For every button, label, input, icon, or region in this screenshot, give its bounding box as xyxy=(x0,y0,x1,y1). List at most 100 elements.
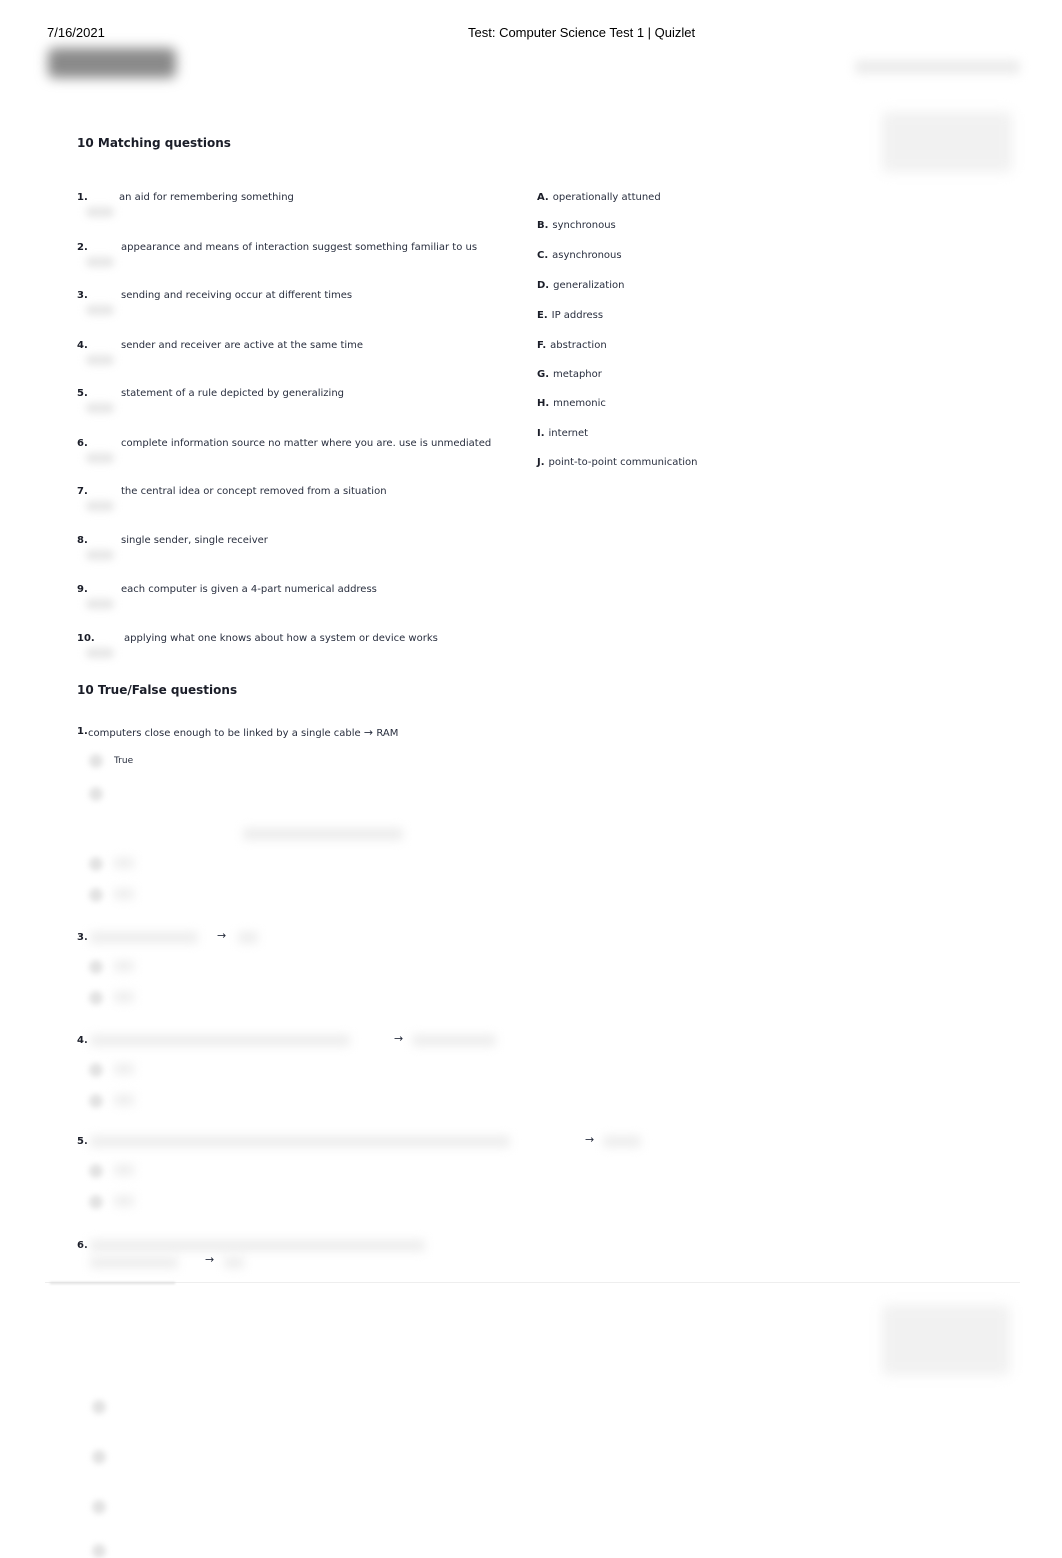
true-radio[interactable] xyxy=(89,754,103,768)
matching-question-text: applying what one knows about how a syst… xyxy=(124,633,438,644)
matching-question-number: 7. xyxy=(77,486,88,497)
answer-input[interactable] xyxy=(86,355,114,365)
true-label-blurred xyxy=(114,1165,134,1175)
matching-option: E. IP address xyxy=(537,310,603,321)
matching-question-text: sending and receiving occur at different… xyxy=(121,290,353,301)
tf-definition-blurred xyxy=(412,1035,496,1046)
tf-term-blurred xyxy=(90,932,198,943)
option-letter: F. xyxy=(537,340,547,351)
sidebar-card-blurred xyxy=(882,1305,1010,1375)
option-letter: G. xyxy=(537,369,550,380)
option-letter: C. xyxy=(537,250,549,261)
arrow-right-icon: → xyxy=(363,726,374,739)
matching-question-number: 5. xyxy=(77,388,88,399)
false-radio[interactable] xyxy=(89,1195,103,1209)
answer-input[interactable] xyxy=(86,501,114,511)
matching-question-number: 4. xyxy=(77,340,88,351)
tf-definition: RAM xyxy=(376,728,399,739)
option-letter: D. xyxy=(537,280,550,291)
answer-input[interactable] xyxy=(86,403,114,413)
option-letter: H. xyxy=(537,398,550,409)
answer-blank-blurred[interactable] xyxy=(92,1500,106,1514)
answer-blank-blurred[interactable] xyxy=(92,1400,106,1414)
option-text: IP address xyxy=(551,310,604,321)
matching-option: I. internet xyxy=(537,428,588,439)
false-radio[interactable] xyxy=(89,787,103,801)
matching-option: H. mnemonic xyxy=(537,398,606,409)
header-user-menu[interactable] xyxy=(855,60,1020,74)
tf-question-number: 4. xyxy=(77,1035,88,1046)
matching-option: A. operationally attuned xyxy=(537,192,661,203)
option-text: mnemonic xyxy=(553,398,606,409)
option-text: operationally attuned xyxy=(552,192,661,203)
option-text: synchronous xyxy=(552,220,616,231)
matching-option: B. synchronous xyxy=(537,220,616,231)
matching-question-number: 9. xyxy=(77,584,88,595)
tf-term-blurred-line2 xyxy=(90,1257,178,1268)
matching-question-text: sender and receiver are active at the sa… xyxy=(121,340,364,351)
quizlet-logo[interactable] xyxy=(48,48,176,78)
option-letter: J. xyxy=(537,457,545,468)
false-label-blurred xyxy=(114,889,134,899)
matching-question-text: each computer is given a 4-part numerica… xyxy=(121,584,377,595)
tf-definition-blurred xyxy=(238,932,258,943)
false-label-blurred xyxy=(114,1095,134,1105)
matching-question-text: appearance and means of interaction sugg… xyxy=(121,242,478,253)
false-radio[interactable] xyxy=(89,888,103,902)
false-label-blurred xyxy=(114,1196,134,1206)
answer-input[interactable] xyxy=(86,648,114,658)
matching-question-text: statement of a rule depicted by generali… xyxy=(121,388,345,399)
true-label: True xyxy=(114,756,134,766)
arrow-right-icon: → xyxy=(205,1253,215,1266)
tf-question-number: 5. xyxy=(77,1136,88,1147)
answer-input[interactable] xyxy=(86,453,114,463)
matching-question-text: single sender, single receiver xyxy=(121,535,268,546)
matching-question-text: the central idea or concept removed from… xyxy=(121,486,387,497)
false-radio[interactable] xyxy=(89,991,103,1005)
option-text: asynchronous xyxy=(552,250,622,261)
option-letter: B. xyxy=(537,220,549,231)
matching-question-text: an aid for remembering something xyxy=(119,192,294,203)
false-radio[interactable] xyxy=(89,1094,103,1108)
answer-input[interactable] xyxy=(86,599,114,609)
tf-term-blurred xyxy=(90,1136,510,1147)
true-label-blurred xyxy=(114,858,134,868)
matching-question-number: 3. xyxy=(77,290,88,301)
true-radio[interactable] xyxy=(89,857,103,871)
tf-question-2-blurred xyxy=(243,828,403,840)
arrow-right-icon: → xyxy=(394,1032,404,1045)
tf-definition-blurred xyxy=(224,1257,244,1268)
answer-blank-blurred[interactable] xyxy=(92,1450,106,1464)
matching-section-title: 10 Matching questions xyxy=(77,136,231,150)
matching-option: J. point-to-point communication xyxy=(537,457,698,468)
arrow-right-icon: → xyxy=(217,929,227,942)
page-break-marker xyxy=(50,1282,175,1284)
tf-term: computers close enough to be linked by a… xyxy=(88,728,361,739)
option-text: internet xyxy=(548,428,589,439)
matching-question-text: complete information source no matter wh… xyxy=(121,438,492,449)
print-date: 7/16/2021 xyxy=(47,25,105,40)
print-title: Test: Computer Science Test 1 | Quizlet xyxy=(468,25,696,40)
tf-definition-blurred xyxy=(603,1136,641,1147)
tf-question-number: 6. xyxy=(77,1240,88,1251)
sidebar-card-blurred xyxy=(882,112,1012,172)
false-label-blurred xyxy=(114,992,134,1002)
option-letter: I. xyxy=(537,428,545,439)
answer-input[interactable] xyxy=(86,257,114,267)
true-label-blurred xyxy=(114,961,134,971)
answer-input[interactable] xyxy=(86,550,114,560)
answer-input[interactable] xyxy=(86,305,114,315)
arrow-right-icon: → xyxy=(585,1133,595,1146)
tf-question-number: 1. xyxy=(77,726,88,737)
tf-term-blurred xyxy=(90,1240,425,1251)
true-radio[interactable] xyxy=(89,1164,103,1178)
option-text: metaphor xyxy=(553,369,602,380)
true-radio[interactable] xyxy=(89,960,103,974)
matching-question-number: 2. xyxy=(77,242,88,253)
tf-question-number: 3. xyxy=(77,932,88,943)
answer-input[interactable] xyxy=(86,207,114,217)
true-radio[interactable] xyxy=(89,1063,103,1077)
true-label-blurred xyxy=(114,1064,134,1074)
option-letter: E. xyxy=(537,310,548,321)
tf-question-text: computers close enough to be linked by a… xyxy=(88,726,398,739)
